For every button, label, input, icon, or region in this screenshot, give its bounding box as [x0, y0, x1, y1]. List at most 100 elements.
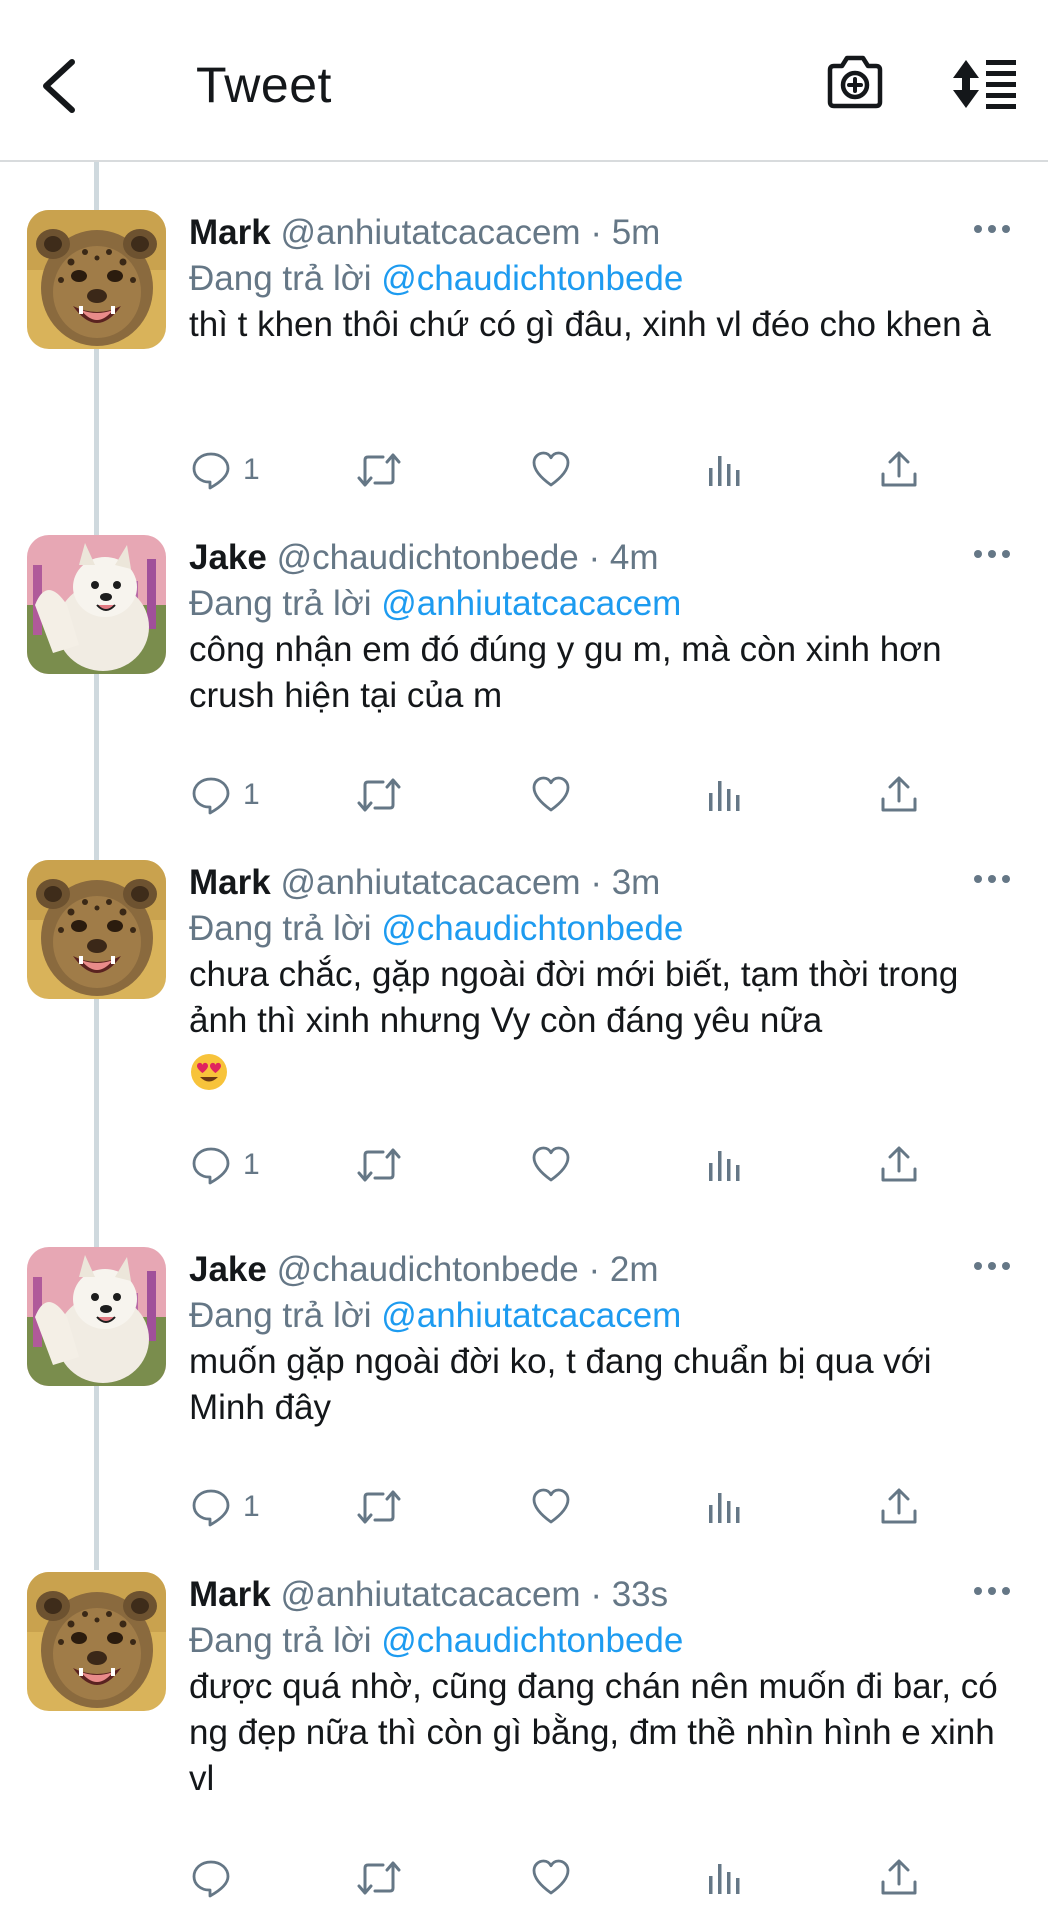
separator-dot: · — [588, 538, 601, 577]
chevron-left-icon — [43, 59, 75, 113]
replying-to: Đang trả lời @anhiutatcacacem — [189, 1293, 681, 1339]
author-name[interactable]: Jake — [189, 538, 267, 577]
analytics-button[interactable] — [705, 1479, 745, 1535]
replying-to-label: Đang trả lời — [189, 909, 372, 948]
reply-mention-link[interactable]: @anhiutatcacacem — [381, 1296, 681, 1335]
reply-mention-link[interactable]: @chaudichtonbede — [381, 909, 683, 948]
retweet-icon — [357, 775, 401, 815]
tweet-text: được quá nhờ, cũng đang chán nên muốn đi… — [189, 1667, 998, 1798]
retweet-icon — [357, 1858, 401, 1898]
analytics-button[interactable] — [705, 442, 745, 498]
retweet-button[interactable] — [357, 442, 401, 498]
reply-mention-link[interactable]: @chaudichtonbede — [381, 1621, 683, 1660]
tweet-header: Mark @anhiutatcacacem · 3m — [189, 860, 660, 906]
tweet-time: 2m — [609, 1250, 659, 1289]
reply-button[interactable] — [191, 1850, 243, 1906]
like-button[interactable] — [531, 442, 571, 498]
retweet-icon — [357, 1145, 401, 1185]
separator-dot: · — [590, 863, 602, 902]
retweet-button[interactable] — [357, 1479, 401, 1535]
author-name[interactable]: Mark — [189, 863, 271, 902]
tweet-text: chưa chắc, gặp ngoài đời mới biết, tạm t… — [189, 955, 959, 1040]
more-options-button[interactable] — [972, 1259, 1012, 1281]
tweet-time: 33s — [611, 1575, 669, 1614]
more-dots-icon — [972, 1260, 1012, 1272]
share-button[interactable] — [879, 1137, 919, 1193]
share-icon — [879, 1145, 919, 1185]
reply-mention-link[interactable]: @chaudichtonbede — [381, 259, 683, 298]
more-options-button[interactable] — [972, 1584, 1012, 1606]
reply-button[interactable]: 1 — [191, 1137, 260, 1193]
tweet-time: 5m — [611, 213, 661, 252]
separator-dot: · — [590, 213, 602, 252]
analytics-button[interactable] — [705, 767, 745, 823]
tweet-text: muốn gặp ngoài đời ko, t đang chuẩn bị q… — [189, 1342, 932, 1427]
more-options-button[interactable] — [972, 547, 1012, 569]
more-options-button[interactable] — [972, 222, 1012, 244]
tweet-header: Jake @chaudichtonbede · 2m — [189, 1247, 659, 1293]
reply-button[interactable]: 1 — [191, 1479, 260, 1535]
more-options-button[interactable] — [972, 872, 1012, 894]
share-button[interactable] — [879, 1479, 919, 1535]
tweet-header: Mark @anhiutatcacacem · 5m — [189, 210, 660, 256]
avatar[interactable] — [27, 1572, 166, 1711]
replying-to-label: Đang trả lời — [189, 1296, 372, 1335]
reply-button[interactable]: 1 — [191, 767, 260, 823]
share-button[interactable] — [879, 767, 919, 823]
back-button[interactable] — [36, 56, 86, 116]
author-handle[interactable]: @anhiutatcacacem — [280, 1575, 580, 1614]
retweet-button[interactable] — [357, 1850, 401, 1906]
reply-button[interactable]: 1 — [191, 442, 260, 498]
replying-to: Đang trả lời @chaudichtonbede — [189, 256, 683, 302]
samoyed-dog-avatar — [27, 1247, 166, 1386]
avatar[interactable] — [27, 1247, 166, 1386]
retweet-icon — [357, 1487, 401, 1527]
like-button[interactable] — [531, 1479, 571, 1535]
tweet-actions: 1 — [189, 442, 1009, 502]
analytics-button[interactable] — [705, 1137, 745, 1193]
like-button[interactable] — [531, 1850, 571, 1906]
author-handle[interactable]: @anhiutatcacacem — [280, 213, 580, 252]
author-name[interactable]: Mark — [189, 213, 271, 252]
replying-to: Đang trả lời @chaudichtonbede — [189, 906, 683, 952]
like-button[interactable] — [531, 767, 571, 823]
replying-to-label: Đang trả lời — [189, 1621, 372, 1660]
top-bar: Tweet — [0, 0, 1048, 162]
share-button[interactable] — [879, 1850, 919, 1906]
share-icon — [879, 775, 919, 815]
author-handle[interactable]: @chaudichtonbede — [277, 538, 579, 577]
heart-icon — [531, 775, 571, 815]
avatar[interactable] — [27, 210, 166, 349]
tweet-actions — [189, 1850, 1009, 1910]
retweet-button[interactable] — [357, 767, 401, 823]
tweet-text: thì t khen thôi chứ có gì đâu, xinh vl đ… — [189, 305, 991, 344]
sort-button[interactable] — [950, 54, 1018, 114]
tweet-actions: 1 — [189, 1137, 1009, 1197]
reply-icon — [191, 1487, 231, 1527]
share-button[interactable] — [879, 442, 919, 498]
cheetah-cub-avatar — [27, 860, 166, 999]
camera-button[interactable] — [824, 52, 886, 114]
tweet-header: Jake @chaudichtonbede · 4m — [189, 535, 659, 581]
like-button[interactable] — [531, 1137, 571, 1193]
tweet-text-container: chưa chắc, gặp ngoài đời mới biết, tạm t… — [189, 952, 1009, 1092]
analytics-button[interactable] — [705, 1850, 745, 1906]
author-name[interactable]: Jake — [189, 1250, 267, 1289]
avatar[interactable] — [27, 535, 166, 674]
replying-to-label: Đang trả lời — [189, 584, 372, 623]
retweet-button[interactable] — [357, 1137, 401, 1193]
analytics-icon — [705, 775, 745, 815]
samoyed-dog-avatar — [27, 535, 166, 674]
avatar[interactable] — [27, 860, 166, 999]
author-handle[interactable]: @anhiutatcacacem — [280, 863, 580, 902]
tweet-actions: 1 — [189, 767, 1009, 827]
reply-count: 1 — [243, 1148, 260, 1181]
reply-icon — [191, 1858, 231, 1898]
share-icon — [879, 1858, 919, 1898]
author-name[interactable]: Mark — [189, 1575, 271, 1614]
analytics-icon — [705, 1145, 745, 1185]
author-handle[interactable]: @chaudichtonbede — [277, 1250, 579, 1289]
retweet-icon — [357, 450, 401, 490]
reply-mention-link[interactable]: @anhiutatcacacem — [381, 584, 681, 623]
tweet-time: 3m — [611, 863, 661, 902]
